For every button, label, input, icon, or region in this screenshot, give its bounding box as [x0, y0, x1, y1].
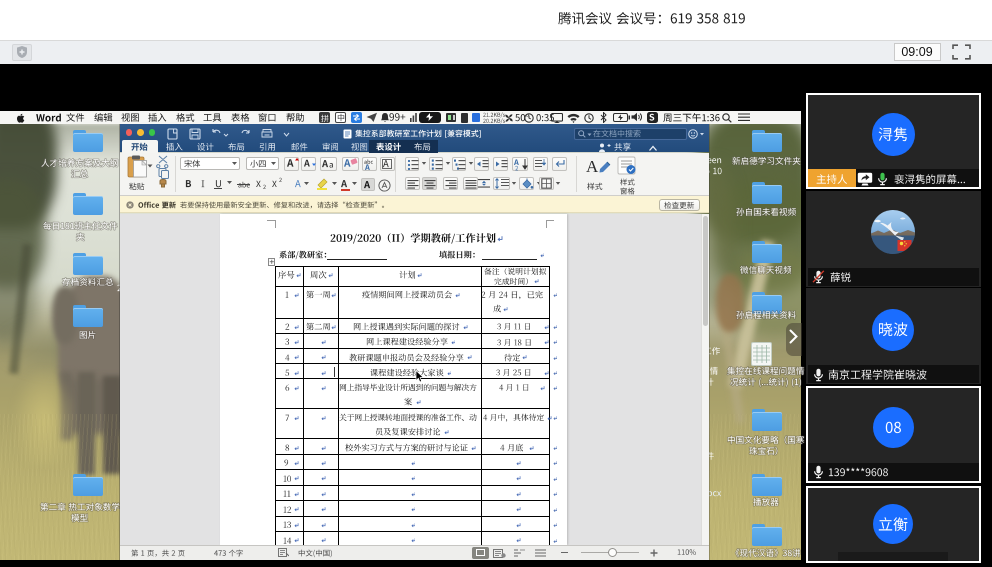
svg-text:A: A [586, 157, 599, 176]
